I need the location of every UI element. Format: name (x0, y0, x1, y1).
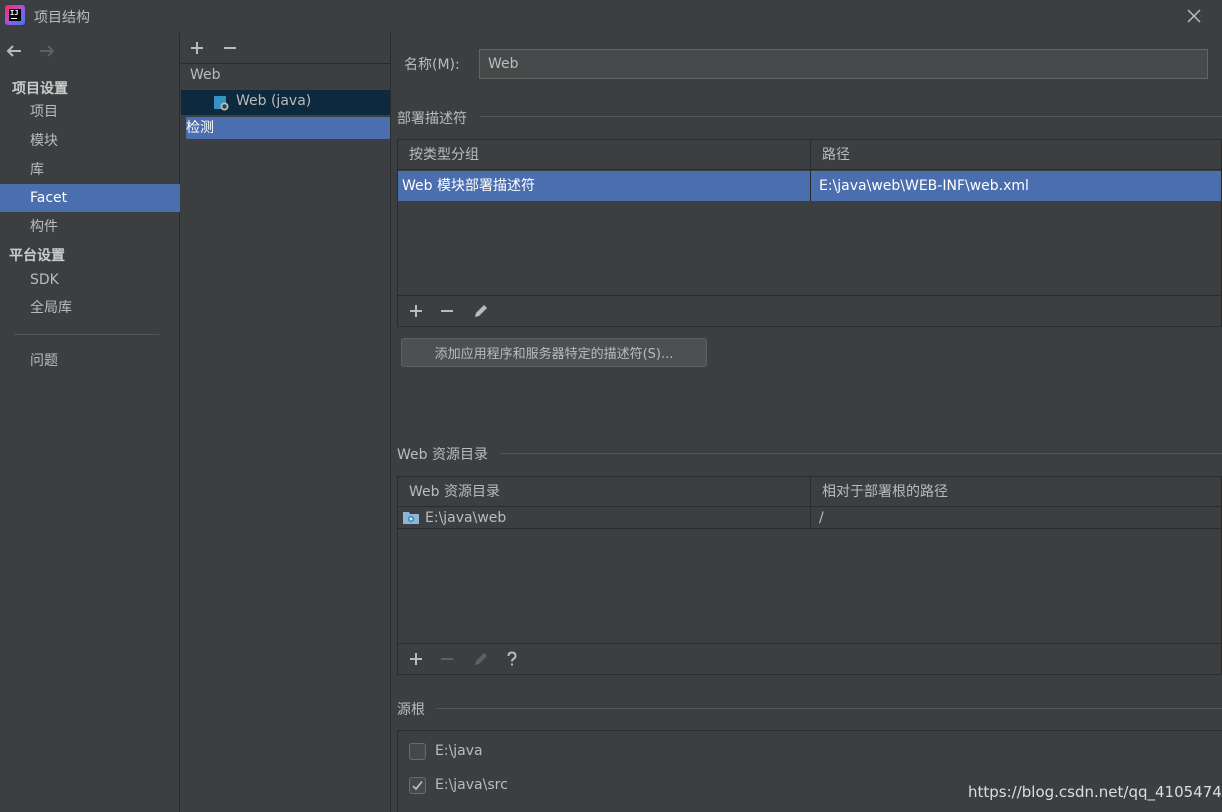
table-row[interactable]: Web 模块部署描述符 E:\java\web\WEB-INF\web.xml (398, 171, 1221, 201)
nav-item-libraries[interactable]: 库 (0, 156, 180, 184)
table-header: Web 资源目录 相对于部署根的路径 (398, 477, 1221, 507)
nav-divider (14, 334, 159, 335)
facet-tree-panel: Web Web (java) 检测 (181, 33, 391, 812)
project-settings-header: 项目设置 (12, 81, 68, 97)
descriptor-path-cell: E:\java\web\WEB-INF\web.xml (810, 171, 1221, 201)
deployment-descriptors-title: 部署描述符 (397, 111, 467, 127)
source-root-path: E:\java\src (435, 777, 508, 793)
add-resource-icon[interactable] (405, 648, 427, 670)
close-icon[interactable] (1184, 6, 1204, 26)
title-bar: IJ 项目结构 (0, 0, 1222, 33)
platform-settings-header: 平台设置 (9, 248, 65, 264)
intellij-logo-icon: IJ (5, 5, 25, 25)
settings-nav: 项目设置 项目 模块 库 Facet 构件 平台设置 SDK 全局库 问题 (0, 33, 180, 812)
source-roots-title: 源根 (397, 702, 425, 718)
facet-tree-toolbar (181, 33, 390, 64)
tree-item-label: Web (java) (236, 93, 312, 109)
facet-detail-panel: 名称(M): 部署描述符 按类型分组 路径 Web 模块部署描述符 E:\jav… (392, 33, 1222, 812)
descriptor-type-cell: Web 模块部署描述符 (402, 178, 535, 194)
section-divider (436, 708, 1222, 709)
resource-dir-cell: E:\java\web (398, 508, 810, 528)
tree-group-web[interactable]: Web (190, 67, 221, 83)
resource-table-toolbar (398, 643, 1221, 674)
deployment-descriptors-table: 按类型分组 路径 Web 模块部署描述符 E:\java\web\WEB-INF… (397, 139, 1222, 327)
window-title: 项目结构 (34, 10, 90, 26)
name-label: 名称(M): (404, 57, 460, 73)
nav-item-project[interactable]: 项目 (0, 98, 180, 126)
forward-arrow-icon[interactable] (37, 41, 57, 61)
remove-descriptor-icon[interactable] (436, 300, 458, 322)
web-folder-icon (402, 510, 420, 532)
column-header-path[interactable]: 路径 (810, 140, 1221, 170)
edit-pencil-icon[interactable] (470, 648, 492, 670)
remove-resource-icon[interactable] (436, 648, 458, 670)
resource-dir-path: E:\java\web (425, 510, 507, 526)
web-resource-dirs-table: Web 资源目录 相对于部署根的路径 E:\java\web / (397, 476, 1222, 675)
checkbox-unchecked[interactable] (409, 743, 426, 760)
tree-item-web-java[interactable]: Web (java) (181, 90, 390, 115)
web-facet-icon (213, 95, 229, 111)
table-row[interactable]: E:\java\web / (398, 508, 1221, 529)
nav-item-problems[interactable]: 问题 (0, 347, 180, 375)
nav-item-global-libraries[interactable]: 全局库 (0, 294, 180, 322)
back-arrow-icon[interactable] (4, 41, 24, 61)
relative-path-cell: / (810, 508, 1221, 528)
checkbox-checked[interactable] (409, 777, 426, 794)
section-divider (480, 116, 1222, 117)
column-header-group-by-type[interactable]: 按类型分组 (398, 140, 810, 170)
nav-item-sdk[interactable]: SDK (0, 266, 180, 294)
column-header-relative-path[interactable]: 相对于部署根的路径 (810, 477, 1221, 507)
descriptor-table-toolbar (398, 295, 1221, 326)
add-descriptor-icon[interactable] (405, 300, 427, 322)
table-header: 按类型分组 路径 (398, 140, 1221, 170)
tree-item-detect[interactable]: 检测 (186, 117, 390, 139)
watermark-text: https://blog.csdn.net/qq_41054749 (968, 783, 1222, 801)
name-input[interactable] (479, 49, 1208, 79)
add-icon[interactable] (186, 37, 208, 59)
help-icon[interactable] (501, 648, 523, 670)
nav-item-modules[interactable]: 模块 (0, 127, 180, 155)
edit-pencil-icon[interactable] (470, 300, 492, 322)
add-server-descriptor-button[interactable]: 添加应用程序和服务器特定的描述符(S)... (401, 338, 707, 367)
column-header-web-resource-dir[interactable]: Web 资源目录 (398, 477, 810, 507)
web-resource-dirs-title: Web 资源目录 (397, 447, 488, 463)
section-divider (500, 453, 1222, 454)
nav-item-artifacts[interactable]: 构件 (0, 213, 180, 241)
nav-item-facet[interactable]: Facet (0, 184, 180, 212)
source-root-path: E:\java (435, 743, 483, 759)
remove-icon[interactable] (219, 37, 241, 59)
